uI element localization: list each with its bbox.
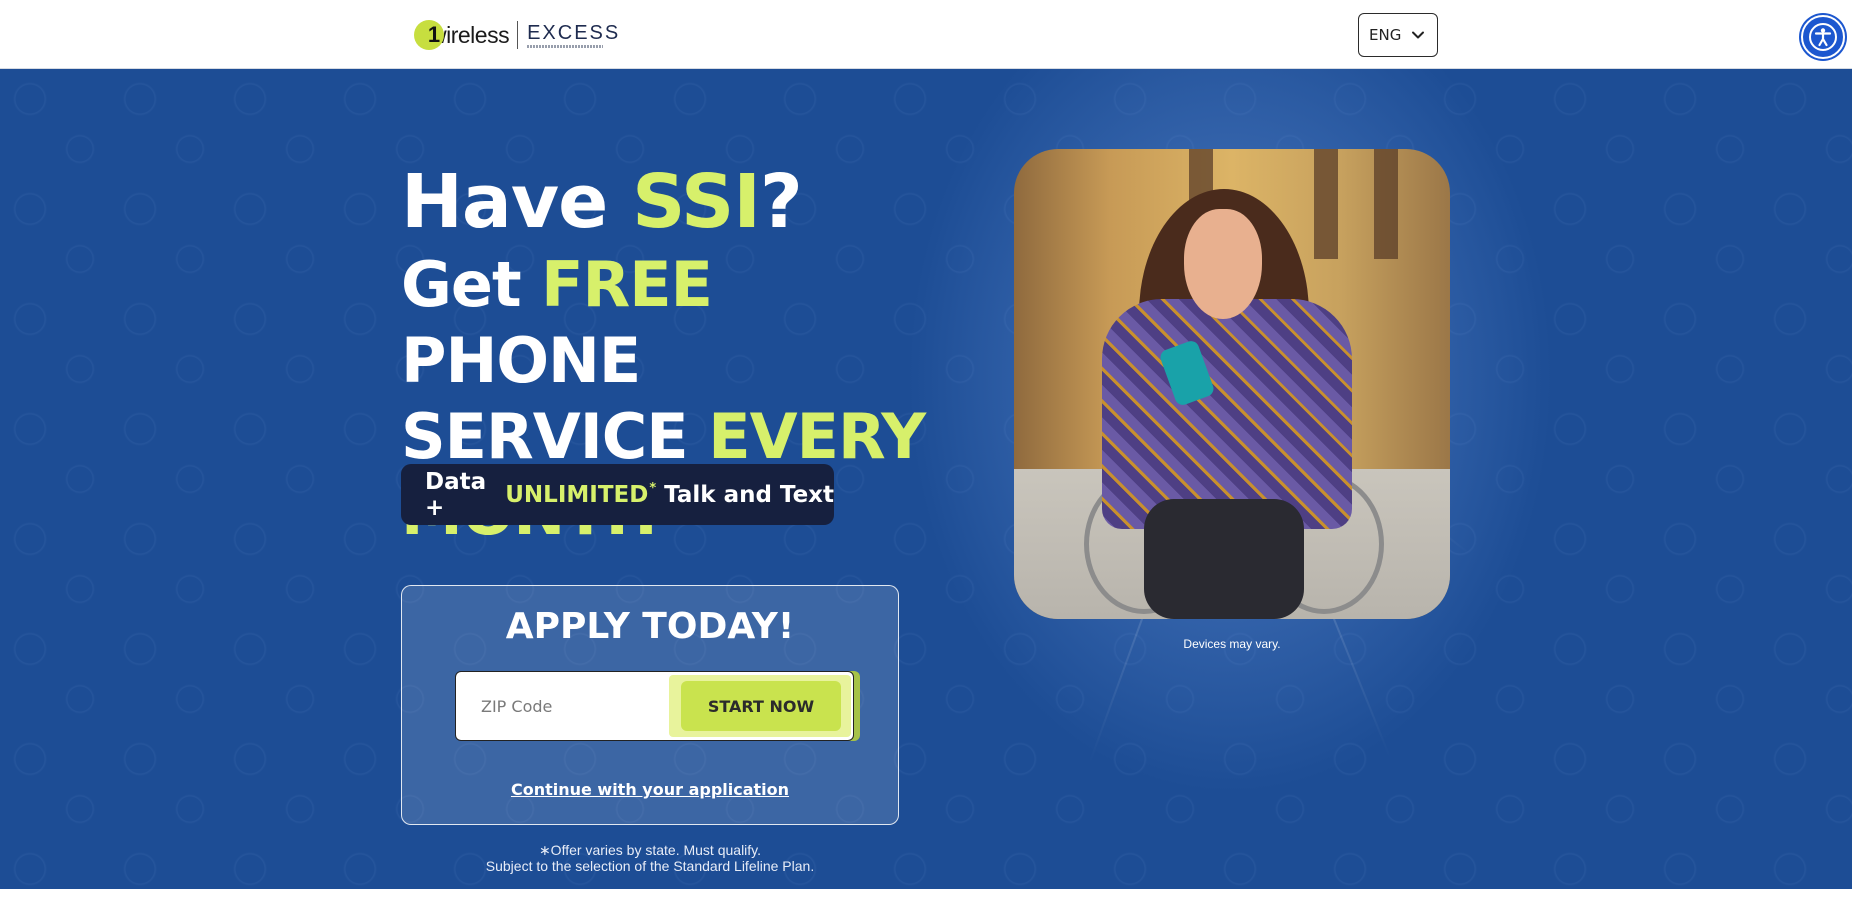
plan-pill: Data + UNLIMITED * Talk and Text xyxy=(401,464,834,525)
photo-window xyxy=(1314,149,1338,259)
site-header: 1 wireless EXCESS ENG xyxy=(0,0,1852,69)
partner-logo: EXCESS xyxy=(527,23,620,48)
pill-asterisk: * xyxy=(649,481,657,496)
headline-free: FREE xyxy=(541,248,713,321)
fine-print: ∗Offer varies by state. Must qualify. Su… xyxy=(401,842,899,874)
headline-ssi: SSI xyxy=(632,159,761,245)
language-value: ENG xyxy=(1369,26,1402,44)
continue-application-link[interactable]: Continue with your application xyxy=(402,780,898,799)
fine-print-line-1: ∗Offer varies by state. Must qualify. xyxy=(538,842,762,858)
headline-every: EVERY xyxy=(708,400,926,473)
headline-line-1: Have SSI? xyxy=(401,157,941,247)
zip-input[interactable] xyxy=(457,673,667,739)
hero-photo xyxy=(1014,149,1450,619)
person-legs xyxy=(1144,499,1304,619)
headline-service: SERVICE xyxy=(401,400,709,473)
chevron-down-icon xyxy=(1412,31,1425,39)
pill-unlimited: UNLIMITED xyxy=(505,481,649,508)
zip-form: START NOW xyxy=(455,671,854,741)
photo-caption: Devices may vary. xyxy=(1183,637,1281,651)
language-select[interactable]: ENG xyxy=(1358,13,1438,57)
brand-dot: 1 xyxy=(414,20,444,50)
pill-rest: Talk and Text xyxy=(656,481,834,508)
hero-section: Have SSI? Get FREE PHONE SERVICE EVERY M… xyxy=(0,69,1852,889)
accessibility-icon xyxy=(1809,23,1837,51)
apply-card: APPLY TODAY! START NOW Continue with you… xyxy=(401,585,899,825)
partner-tagline-mark xyxy=(527,44,604,48)
start-now-button[interactable]: START NOW xyxy=(681,681,841,731)
photo-window xyxy=(1374,149,1398,259)
headline-get: Get xyxy=(401,248,542,321)
person-jacket xyxy=(1102,299,1352,529)
page-footer-strip xyxy=(0,889,1852,913)
person-face xyxy=(1184,209,1262,319)
accessibility-button[interactable] xyxy=(1801,15,1845,59)
apply-title: APPLY TODAY! xyxy=(505,606,795,647)
brand-one: 1 xyxy=(427,22,441,47)
partner-name: EXCESS xyxy=(527,21,621,44)
pill-data: Data + xyxy=(425,468,487,521)
brand-logo[interactable]: 1 wireless EXCESS xyxy=(414,18,620,52)
brand-separator xyxy=(517,21,519,49)
headline-question: ? xyxy=(759,159,803,245)
headline-have: Have xyxy=(401,159,633,245)
headline-phone: PHONE xyxy=(401,324,641,397)
fine-print-line-2: Subject to the selection of the Standard… xyxy=(485,858,815,874)
